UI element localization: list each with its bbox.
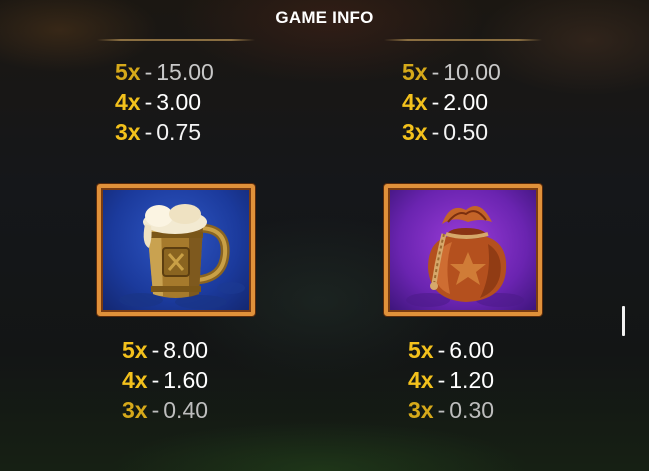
separator: - — [144, 59, 153, 85]
multiplier-label: 4x — [115, 89, 141, 115]
payout-value: 3.00 — [156, 89, 202, 115]
paytable-row: 3x -0.75 — [115, 117, 265, 147]
multiplier-label: 5x — [402, 59, 428, 85]
paytable-row: 3x -0.50 — [402, 117, 552, 147]
payout-value: 10.00 — [443, 59, 501, 85]
separator: - — [144, 119, 153, 145]
separator: - — [437, 337, 446, 363]
separator: - — [431, 119, 440, 145]
multiplier-label: 3x — [115, 119, 141, 145]
payout-value: 1.20 — [449, 367, 495, 393]
coin-bag-icon — [406, 206, 524, 307]
paytable-row: 5x -15.00 — [115, 57, 265, 87]
paytable-row: 5x -6.00 — [408, 335, 558, 365]
multiplier-label: 5x — [408, 337, 434, 363]
paytable-top-right: 5x -10.00 4x -2.00 3x -0.50 — [402, 57, 552, 147]
page-title: GAME INFO — [275, 8, 374, 27]
beer-mug-icon — [119, 204, 245, 309]
paytable-row: 4x -1.20 — [408, 365, 558, 395]
multiplier-label: 5x — [115, 59, 141, 85]
payout-value: 2.00 — [443, 89, 489, 115]
separator: - — [431, 59, 440, 85]
paytable-row: 5x -10.00 — [402, 57, 552, 87]
symbol-card-coin-bag — [384, 184, 542, 316]
multiplier-label: 3x — [122, 397, 148, 423]
paytable-top-left: 5x -15.00 4x -3.00 3x -0.75 — [115, 57, 265, 147]
separator: - — [151, 337, 160, 363]
paytable-row: 4x -2.00 — [402, 87, 552, 117]
paytable-row: 4x -3.00 — [115, 87, 265, 117]
multiplier-label: 5x — [122, 337, 148, 363]
multiplier-label: 3x — [408, 397, 434, 423]
separator: - — [151, 397, 160, 423]
multiplier-label: 4x — [122, 367, 148, 393]
payout-value: 15.00 — [156, 59, 214, 85]
paytable-row: 4x -1.60 — [122, 365, 272, 395]
game-info-panel: GAME INFO 5x -15.00 4x -3.00 3x -0.75 5x -10… — [0, 0, 649, 471]
separator: - — [437, 397, 446, 423]
multiplier-label: 4x — [402, 89, 428, 115]
payout-value: 0.40 — [163, 397, 209, 423]
separator: - — [431, 89, 440, 115]
payout-value: 0.50 — [443, 119, 489, 145]
payout-value: 8.00 — [163, 337, 209, 363]
payout-value: 1.60 — [163, 367, 209, 393]
paytable-row: 3x -0.30 — [408, 395, 558, 425]
paytable-row: 5x -8.00 — [122, 335, 272, 365]
separator: - — [144, 89, 153, 115]
payout-value: 6.00 — [449, 337, 495, 363]
multiplier-label: 3x — [402, 119, 428, 145]
symbol-card-beer-mug — [97, 184, 255, 316]
separator: - — [437, 367, 446, 393]
paytable-coin-bag: 5x -6.00 4x -1.20 3x -0.30 — [408, 335, 558, 425]
paytable-beer-mug: 5x -8.00 4x -1.60 3x -0.40 — [122, 335, 272, 425]
separator: - — [151, 367, 160, 393]
divider-left — [97, 39, 255, 41]
payout-value: 0.75 — [156, 119, 202, 145]
scrollbar-thumb[interactable] — [622, 306, 625, 336]
multiplier-label: 4x — [408, 367, 434, 393]
divider-right — [384, 39, 542, 41]
paytable-row: 3x -0.40 — [122, 395, 272, 425]
payout-value: 0.30 — [449, 397, 495, 423]
